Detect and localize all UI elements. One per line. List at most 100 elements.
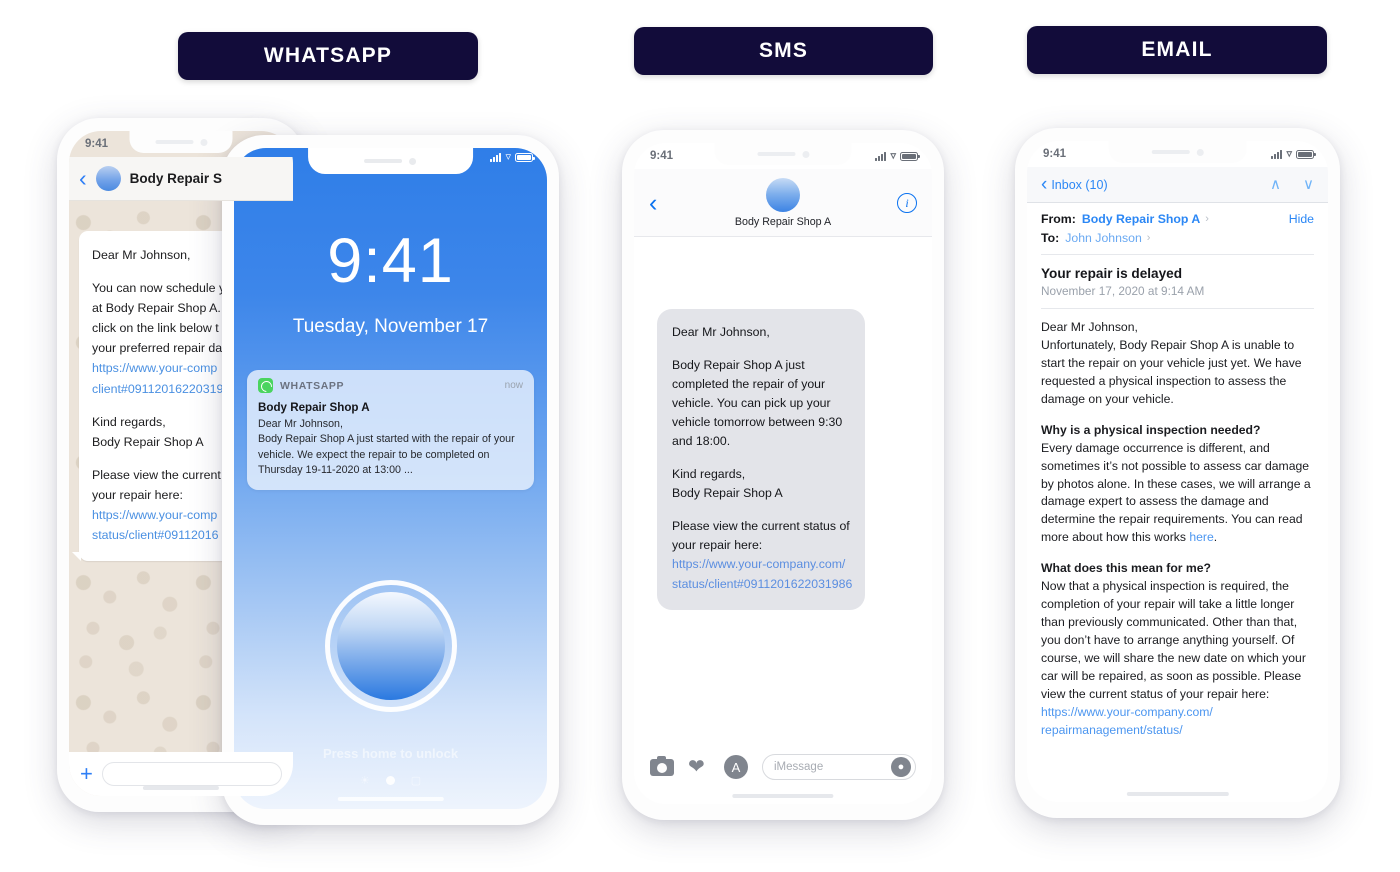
status-bar-time: 9:41 <box>650 150 674 162</box>
status-bar-time: 9:41 <box>1043 148 1067 160</box>
sms-message-bubble: Dear Mr Johnson, Body Repair Shop A just… <box>652 309 865 610</box>
status-bar-time: 9:41 <box>85 138 109 150</box>
email-to-value[interactable]: John Johnson <box>1065 231 1142 245</box>
digital-touch-icon[interactable]: ❤ <box>688 757 710 777</box>
speaker-icon <box>155 140 193 144</box>
notification-timestamp: now <box>504 380 523 391</box>
chevron-down-icon[interactable]: ∨ <box>1303 177 1314 192</box>
flashlight-icon[interactable]: ☀ <box>360 774 370 787</box>
whatsapp-contact-name: Body Repair S <box>129 171 222 186</box>
sms-input-placeholder: iMessage <box>774 761 824 773</box>
hide-details-button[interactable]: Hide <box>1289 212 1314 226</box>
notification-card[interactable]: WHATSAPP now Body Repair Shop A Dear Mr … <box>247 370 534 490</box>
battery-icon <box>1296 149 1316 159</box>
chevron-left-icon: ‹ <box>1041 174 1048 195</box>
status-bar-indicators: ▿ <box>490 151 535 163</box>
chevron-left-icon[interactable]: ‹ <box>79 167 87 190</box>
home-indicator <box>337 797 444 801</box>
notification-title: Body Repair Shop A <box>258 401 370 414</box>
chevron-up-icon[interactable]: ∧ <box>1270 177 1281 192</box>
battery-icon <box>900 151 920 161</box>
speaker-icon <box>1151 150 1190 154</box>
whatsapp-paragraph-1-text: You can now schedule y at Body Repair Sh… <box>92 281 225 356</box>
email-status-link[interactable]: https://www.your-company.com/ repairmana… <box>1041 705 1213 737</box>
email-heading-2: What does this mean for me? <box>1041 561 1211 576</box>
channel-badge-whatsapp[interactable]: WHATSAPP <box>178 32 478 80</box>
notification-header: WHATSAPP now <box>258 378 523 393</box>
email-section-2: What does this mean for me? Now that a ph… <box>1041 560 1314 739</box>
email-nav-bar: ‹ Inbox (10) ∧ ∨ <box>1027 167 1328 203</box>
email-meta: From: Body Repair Shop A › Hide To: John… <box>1041 203 1314 255</box>
email-para-1-after: . <box>1213 530 1218 545</box>
sms-greeting: Dear Mr Johnson, <box>672 325 770 339</box>
speaker-icon <box>756 152 795 156</box>
chevron-right-icon: › <box>1146 232 1151 244</box>
front-camera-icon <box>1196 148 1204 156</box>
speaker-icon <box>364 159 403 163</box>
sms-message-input[interactable]: iMessage ● <box>762 754 916 780</box>
page-root: WHATSAPP SMS EMAIL 9:41 ‹ Body Repair S <box>0 0 1400 872</box>
front-camera-icon <box>409 157 417 165</box>
sms-paragraph-2-text: Please view the current status of your r… <box>672 519 850 553</box>
email-from-row: From: Body Repair Shop A › Hide <box>1041 212 1314 226</box>
sms-screen: 9:41 ▿ ‹ Body Repair Shop A i Dear Mr Jo… <box>634 143 932 804</box>
sms-top-bar: ‹ Body Repair Shop A i <box>634 169 932 237</box>
sms-contact-name: Body Repair Shop A <box>734 216 832 228</box>
channel-badge-whatsapp-label: WHATSAPP <box>263 44 393 67</box>
battery-icon <box>515 153 535 162</box>
whatsapp-link-2[interactable]: https://www.your-comp status/client#0911… <box>92 508 219 542</box>
email-para-2-before: Now that a physical inspection is requir… <box>1041 579 1306 701</box>
front-camera-icon <box>801 150 809 158</box>
cellular-signal-icon <box>490 153 502 162</box>
app-store-icon[interactable]: A <box>724 755 748 779</box>
sms-signoff: Kind regards, Body Repair Shop A <box>672 467 783 501</box>
email-screen: 9:41 ▿ ‹ Inbox (10) ∧ ∨ From: Body Repai… <box>1027 141 1328 802</box>
phone-lock-screen: ▿ 9:41 Tuesday, November 17 WHATSAPP now… <box>222 135 559 825</box>
email-heading-1: Why is a physical inspection needed? <box>1041 422 1261 437</box>
email-section-1: Why is a physical inspection needed? Ever… <box>1041 422 1314 548</box>
camera-icon[interactable] <box>650 755 674 776</box>
channel-badge-email-label: EMAIL <box>1141 38 1213 61</box>
whatsapp-message-input[interactable] <box>101 762 282 786</box>
wifi-icon: ▿ <box>890 149 896 162</box>
email-to-label: To: <box>1041 231 1060 245</box>
lock-screen-date: Tuesday, November 17 <box>292 316 489 337</box>
sms-paragraph-2: Please view the current status of your r… <box>672 517 852 593</box>
front-camera-icon <box>200 138 207 146</box>
whatsapp-top-bar: ‹ Body Repair S <box>69 157 293 201</box>
whatsapp-app-icon <box>258 378 273 393</box>
channel-badge-email[interactable]: EMAIL <box>1027 26 1327 74</box>
email-nav-arrows: ∧ ∨ <box>1270 177 1314 192</box>
channel-badge-sms-label: SMS <box>758 39 809 62</box>
whatsapp-paragraph-2-text: Please view the current your repair here… <box>92 467 221 502</box>
email-intro: Dear Mr Johnson, Unfortunately, Body Rep… <box>1041 320 1302 406</box>
wifi-icon: ▿ <box>505 151 511 163</box>
avatar[interactable] <box>95 166 121 191</box>
email-body: Dear Mr Johnson, Unfortunately, Body Rep… <box>1041 319 1314 778</box>
cellular-signal-icon <box>875 151 887 161</box>
info-icon[interactable]: i <box>897 193 917 213</box>
sms-paragraph-1: Body Repair Shop A just completed the re… <box>672 358 843 449</box>
email-here-link[interactable]: here <box>1189 530 1213 544</box>
notch <box>307 148 474 174</box>
notification-app-name: WHATSAPP <box>280 379 345 392</box>
notch <box>1108 141 1247 163</box>
sms-status-link[interactable]: https://www.your-company.com/ status/cli… <box>672 557 852 590</box>
chevron-left-icon[interactable]: ‹ <box>649 191 657 216</box>
home-indicator <box>1126 792 1229 796</box>
notch <box>129 131 233 153</box>
wifi-icon: ▿ <box>1286 147 1292 160</box>
microphone-icon[interactable]: ● <box>891 757 911 777</box>
page-indicator-dot <box>385 776 395 785</box>
lock-screen: ▿ 9:41 Tuesday, November 17 WHATSAPP now… <box>234 148 547 809</box>
touch-id-button[interactable] <box>336 592 445 700</box>
avatar[interactable] <box>766 178 800 212</box>
channel-badge-sms[interactable]: SMS <box>634 27 933 75</box>
cellular-signal-icon <box>1271 149 1283 159</box>
back-to-inbox-button[interactable]: ‹ Inbox (10) <box>1041 175 1108 194</box>
whatsapp-link-1[interactable]: https://www.your-comp client#09112016220… <box>92 361 223 395</box>
plus-icon[interactable]: + <box>80 763 93 785</box>
email-from-value[interactable]: Body Repair Shop A <box>1082 212 1200 226</box>
inbox-label: Inbox (10) <box>1051 177 1108 192</box>
camera-shortcut-icon[interactable]: ▢ <box>411 774 421 787</box>
